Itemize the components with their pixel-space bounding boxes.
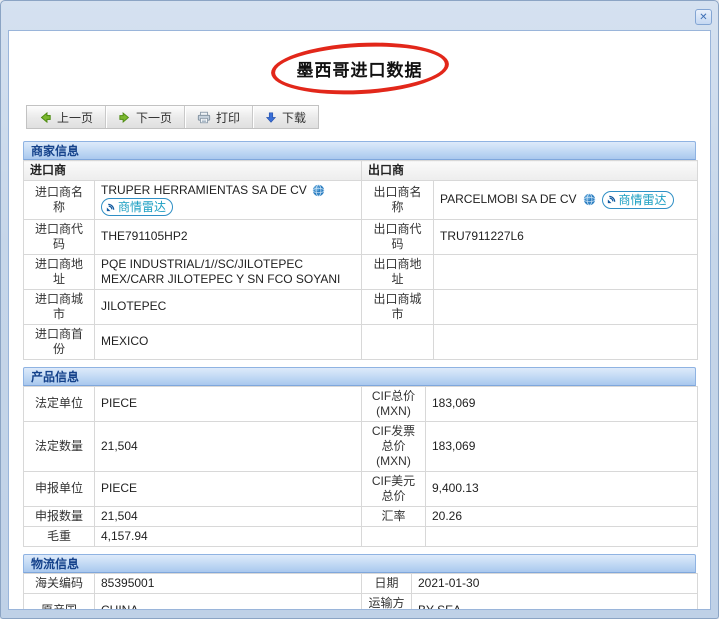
table-row: 原产国 CHINA 运输方式 BY SEA — [24, 593, 698, 610]
row-label — [362, 526, 426, 546]
download-button[interactable]: 下载 — [253, 106, 318, 128]
table-row: 毛重 4,157.94 — [24, 526, 698, 546]
exporter-name: PARCELMOBI SA DE CV — [440, 192, 576, 207]
dialog-titlebar[interactable]: ✕ — [1, 1, 718, 30]
gross-weight: 4,157.94 — [95, 526, 362, 546]
print-label: 打印 — [216, 109, 240, 126]
row-label: 原产国 — [24, 593, 95, 610]
product-table: 法定单位 PIECE CIF总价(MXN) 183,069 法定数量 21,50… — [23, 386, 698, 547]
section-product-header: 产品信息 — [23, 367, 696, 386]
exporter-city — [434, 289, 698, 324]
download-label: 下载 — [282, 109, 306, 126]
origin-country: CHINA — [95, 593, 362, 610]
cif-invoice-total-mxn: 183,069 — [426, 421, 698, 471]
page-title: 墨西哥进口数据 — [297, 61, 423, 80]
row-label — [362, 324, 434, 359]
transport-mode: BY SEA — [412, 593, 698, 610]
toolbar: 上一页 下一页 打印 — [26, 105, 319, 129]
table-row: 进口商地址 PQE INDUSTRIAL/1//SC/JILOTEPEC MEX… — [24, 254, 698, 289]
section-merchant-header: 商家信息 — [23, 141, 696, 160]
row-label: 申报单位 — [24, 471, 95, 506]
table-row: 进口商代码 THE791105HP2 出口商代码 TRU7911227L6 — [24, 219, 698, 254]
section-logistics: 物流信息 海关编码 85395001 日期 2021-01-30 原产国 CHI… — [23, 554, 696, 611]
business-radar-link[interactable]: 商情雷达 — [602, 191, 674, 209]
table-row: 法定数量 21,504 CIF发票总价(MXN) 183,069 — [24, 421, 698, 471]
importer-province: MEXICO — [95, 324, 362, 359]
business-radar-link[interactable]: 商情雷达 — [101, 198, 173, 216]
hs-code: 85395001 — [95, 573, 362, 593]
declared-unit: PIECE — [95, 471, 362, 506]
cif-total-mxn: 183,069 — [426, 386, 698, 421]
table-row: 海关编码 85395001 日期 2021-01-30 — [24, 573, 698, 593]
importer-city: JILOTEPEC — [95, 289, 362, 324]
date: 2021-01-30 — [412, 573, 698, 593]
merchant-table: 进口商 出口商 进口商名称 TRUPER HERRAMIENTAS SA DE … — [23, 160, 698, 360]
row-label: CIF美元总价 — [362, 471, 426, 506]
section-logistics-header: 物流信息 — [23, 554, 696, 573]
row-label: 法定单位 — [24, 386, 95, 421]
row-label: 进口商名称 — [24, 181, 95, 220]
prev-page-button[interactable]: 上一页 — [27, 106, 106, 128]
importer-address: PQE INDUSTRIAL/1//SC/JILOTEPEC MEX/CARR … — [95, 254, 362, 289]
legal-qty: 21,504 — [95, 421, 362, 471]
green-arrow-right-icon — [118, 111, 131, 124]
close-icon[interactable]: ✕ — [695, 9, 712, 25]
row-label: 运输方式 — [362, 593, 412, 610]
table-row: 法定单位 PIECE CIF总价(MXN) 183,069 — [24, 386, 698, 421]
row-label: 进口商地址 — [24, 254, 95, 289]
importer-code: THE791105HP2 — [95, 219, 362, 254]
row-label: 出口商名称 — [362, 181, 434, 220]
exporter-name-cell: PARCELMOBI SA DE CV — [434, 181, 698, 220]
row-label: 汇率 — [362, 506, 426, 526]
globe-icon[interactable] — [583, 193, 596, 206]
exchange-rate: 20.26 — [426, 506, 698, 526]
row-label: 申报数量 — [24, 506, 95, 526]
importer-group-header: 进口商 — [24, 161, 362, 181]
title-area: 墨西哥进口数据 — [9, 31, 710, 105]
table-row: 进口商城市 JILOTEPEC 出口商城市 — [24, 289, 698, 324]
row-label: 出口商城市 — [362, 289, 434, 324]
exporter-group-header: 出口商 — [362, 161, 698, 181]
importer-name-cell: TRUPER HERRAMIENTAS SA DE CV — [95, 181, 362, 220]
row-label: 海关编码 — [24, 573, 95, 593]
green-arrow-left-icon — [39, 111, 52, 124]
dialog-window: ✕ 墨西哥进口数据 上一页 下一页 — [0, 0, 719, 619]
table-row: 申报数量 21,504 汇率 20.26 — [24, 506, 698, 526]
prev-page-label: 上一页 — [57, 109, 93, 126]
legal-unit: PIECE — [95, 386, 362, 421]
section-product: 产品信息 法定单位 PIECE CIF总价(MXN) 183,069 法定数量 … — [23, 367, 696, 547]
blue-arrow-down-icon — [265, 111, 277, 124]
dialog-content-panel: 墨西哥进口数据 上一页 下一页 — [8, 30, 711, 610]
row-label: 进口商城市 — [24, 289, 95, 324]
row-label: 日期 — [362, 573, 412, 593]
row-label: CIF发票总价(MXN) — [362, 421, 426, 471]
importer-name: TRUPER HERRAMIENTAS SA DE CV — [101, 183, 307, 198]
row-label: 进口商代码 — [24, 219, 95, 254]
row-label: 法定数量 — [24, 421, 95, 471]
section-merchant: 商家信息 进口商 出口商 进口商名称 TRUPER HERRAMIENTAS S… — [23, 141, 696, 360]
next-page-button[interactable]: 下一页 — [106, 106, 185, 128]
table-row: 申报单位 PIECE CIF美元总价 9,400.13 — [24, 471, 698, 506]
declared-qty: 21,504 — [95, 506, 362, 526]
next-page-label: 下一页 — [136, 109, 172, 126]
print-button[interactable]: 打印 — [185, 106, 253, 128]
business-radar-label: 商情雷达 — [619, 193, 667, 207]
row-label: CIF总价(MXN) — [362, 386, 426, 421]
business-radar-label: 商情雷达 — [118, 200, 166, 214]
row-label: 进口商首份 — [24, 324, 95, 359]
table-row: 进口商 出口商 — [24, 161, 698, 181]
row-label: 毛重 — [24, 526, 95, 546]
cif-usd-total: 9,400.13 — [426, 471, 698, 506]
exporter-code: TRU7911227L6 — [434, 219, 698, 254]
row-label: 出口商地址 — [362, 254, 434, 289]
row-label: 出口商代码 — [362, 219, 434, 254]
printer-icon — [197, 111, 211, 124]
logistics-table: 海关编码 85395001 日期 2021-01-30 原产国 CHINA 运输… — [23, 573, 698, 611]
radar-arrow-icon — [105, 202, 116, 213]
radar-arrow-icon — [606, 194, 617, 205]
exporter-address — [434, 254, 698, 289]
table-row: 进口商名称 TRUPER HERRAMIENTAS SA DE CV — [24, 181, 698, 220]
globe-icon[interactable] — [312, 184, 325, 197]
table-row: 进口商首份 MEXICO — [24, 324, 698, 359]
